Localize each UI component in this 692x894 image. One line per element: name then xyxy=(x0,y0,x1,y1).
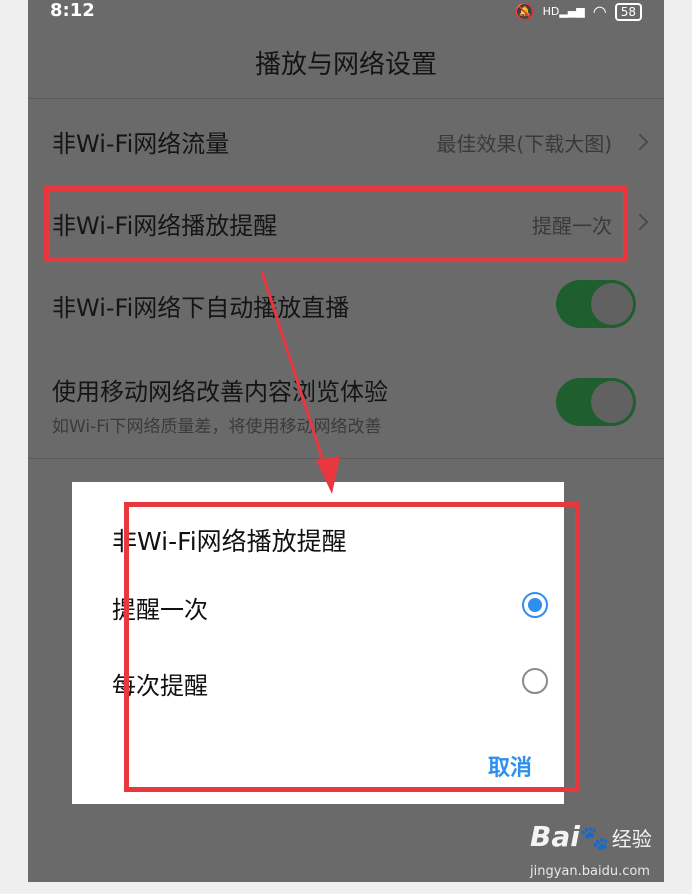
watermark-brand-cn: 经验 xyxy=(611,827,652,851)
baidu-watermark: Bai🐾 经验 jingyan.baidu.com xyxy=(530,820,652,879)
setting-label: 使用移动网络改善内容浏览体验 xyxy=(52,378,388,406)
list-divider xyxy=(28,458,664,459)
chevron-right-icon xyxy=(631,133,649,151)
left-margin xyxy=(0,0,28,882)
watermark-url: jingyan.baidu.com xyxy=(530,864,650,879)
setting-row-mobile-network-improve[interactable]: 使用移动网络改善内容浏览体验 如Wi-Fi下网络质量差，将使用移动网络改善 xyxy=(28,360,664,450)
paw-icon: 🐾 xyxy=(579,824,610,852)
annotation-box-setting xyxy=(44,186,628,262)
watermark-brand: Bai xyxy=(530,820,580,853)
setting-row-data-usage[interactable]: 非Wi-Fi网络流量 最佳效果(下载大图) xyxy=(28,112,664,174)
right-margin xyxy=(664,0,692,882)
setting-sublabel: 如Wi-Fi下网络质量差，将使用移动网络改善 xyxy=(52,417,382,437)
header-divider xyxy=(28,98,664,99)
bell-muted-icon: 🔕 xyxy=(514,2,535,21)
status-bar: 8:12 🔕 HD▂▄▆ ◠ 58 xyxy=(28,0,664,26)
toggle-knob xyxy=(591,283,633,325)
signal-icon: HD▂▄▆ xyxy=(542,5,585,18)
annotation-box-dialog xyxy=(124,502,580,792)
page-title: 播放与网络设置 xyxy=(254,50,437,80)
mobile-network-toggle[interactable] xyxy=(556,378,636,426)
status-time: 8:12 xyxy=(50,0,95,21)
setting-row-autoplay-live[interactable]: 非Wi-Fi网络下自动播放直播 xyxy=(28,272,664,336)
status-icons: 🔕 HD▂▄▆ ◠ 58 xyxy=(515,2,642,21)
toggle-knob xyxy=(591,381,633,423)
wifi-icon: ◠ xyxy=(592,2,607,21)
setting-label: 非Wi-Fi网络下自动播放直播 xyxy=(52,294,350,322)
setting-value: 最佳效果(下载大图) xyxy=(436,132,612,156)
setting-label: 非Wi-Fi网络流量 xyxy=(52,130,230,158)
autoplay-live-toggle[interactable] xyxy=(556,280,636,328)
chevron-right-icon xyxy=(631,213,649,231)
battery-icon: 58 xyxy=(614,2,642,21)
